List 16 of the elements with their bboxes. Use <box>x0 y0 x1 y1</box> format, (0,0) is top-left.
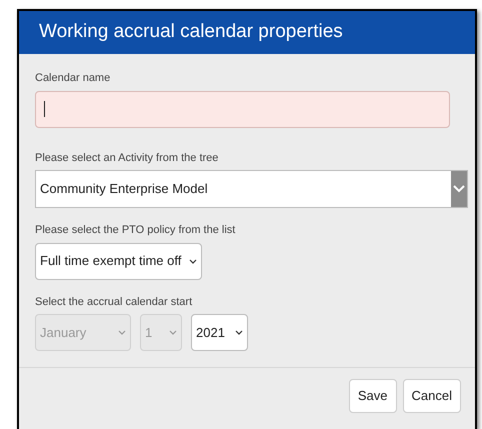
date-select[interactable]: 2021 <box>191 314 248 351</box>
field-label: Calendar name <box>35 71 112 86</box>
save-button[interactable]: Save <box>348 379 397 413</box>
activity-select[interactable]: Community Enterprise Model <box>35 170 468 208</box>
pto-policy-select[interactable]: Full time exempt time off <box>35 242 202 280</box>
cancel-button[interactable]: Cancel <box>402 379 461 413</box>
chevron-down-icon <box>118 330 126 335</box>
calendar-name-field[interactable] <box>35 90 450 128</box>
field-label: Select the accrual calendar start <box>35 294 194 310</box>
chevron-down-icon <box>169 330 177 335</box>
field-label: Please select an Activity from the tree <box>35 150 220 166</box>
field-label: Please select the PTO policy from the list <box>35 223 236 238</box>
chevron-down-icon <box>235 330 243 335</box>
chevron-down-icon <box>453 185 465 193</box>
dialog-title: Working accrual calendar properties <box>39 20 343 44</box>
chevron-down-icon <box>189 258 198 264</box>
